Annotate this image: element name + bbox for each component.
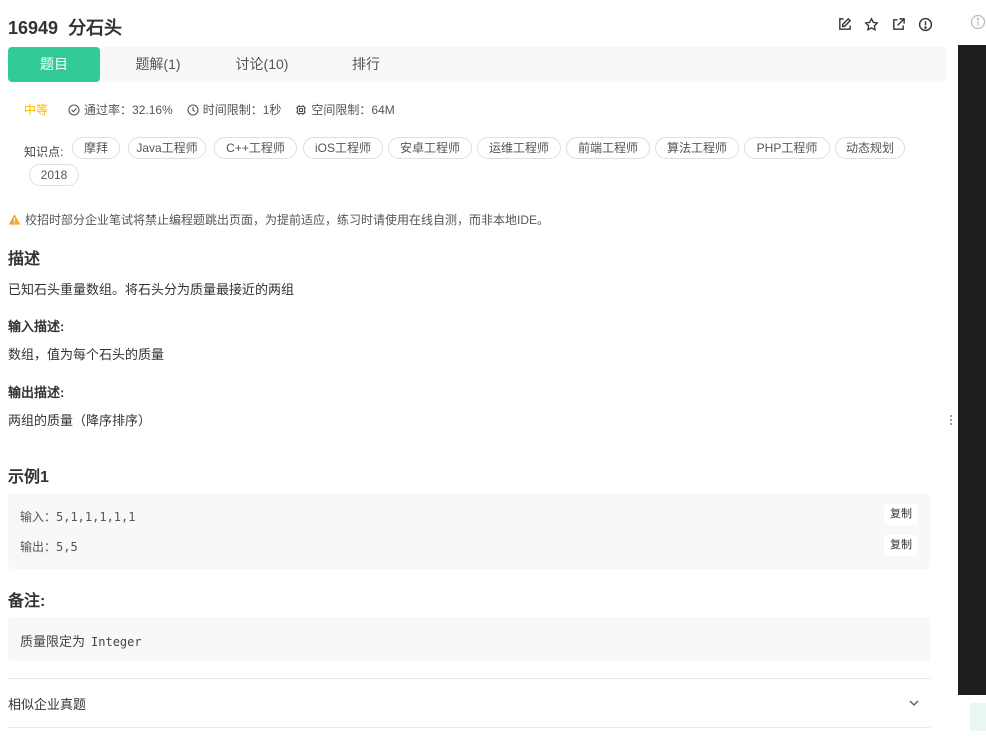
problem-meta: 中等 通过率：32.16% 时间限制：1秒 空间限制：64M [24, 101, 409, 118]
editor-header [958, 0, 986, 45]
note-code: Integer [91, 635, 142, 649]
problem-panel: 16949 分石头 题目 题解(1) 讨论(10) 排行 中等 通过率：32.16… [0, 0, 946, 745]
note-box: 质量限定为 Integer [8, 617, 930, 661]
copy-output-button[interactable]: 复制 [884, 535, 918, 556]
external-link-icon[interactable] [890, 16, 907, 33]
example-heading: 示例1 [8, 469, 49, 486]
pass-rate: 通过率：32.16% [68, 101, 173, 118]
problem-name: 分石头 [68, 18, 123, 38]
example-input: 输入：5,1,1,1,1,1 [20, 510, 136, 524]
tab-solutions[interactable]: 题解(1) [120, 47, 196, 82]
title-actions [836, 16, 934, 33]
divider [8, 678, 930, 679]
star-icon[interactable] [863, 16, 880, 33]
title-bar: 16949 分石头 [8, 12, 938, 40]
ide-warning: 校招时部分企业笔试将禁止编程题跳出页面，为提前适应，练习时请使用在线自测，而非本… [8, 211, 549, 228]
copy-input-button[interactable]: 复制 [884, 504, 918, 525]
time-limit-text: 时间限制：1秒 [202, 103, 282, 117]
edit-icon[interactable] [836, 16, 853, 33]
warning-icon [8, 214, 21, 225]
description-heading: 描述 [8, 251, 41, 268]
info-icon[interactable] [970, 14, 986, 30]
chip-icon [296, 104, 307, 115]
tab-problem[interactable]: 题目 [8, 47, 100, 82]
input-desc-heading: 输入描述: [8, 319, 65, 334]
panel-resize-handle[interactable] [948, 413, 954, 429]
warning-text: 校招时部分企业笔试将禁止编程题跳出页面，为提前适应，练习时请使用在线自测，而非本… [25, 213, 550, 227]
note-text: 质量限定为 [20, 634, 86, 649]
tag-java-engineer[interactable]: Java工程师 [128, 137, 206, 159]
tag-dynamic-programming[interactable]: 动态规划 [835, 137, 905, 159]
tag-android-engineer[interactable]: 安卓工程师 [388, 137, 472, 159]
note-heading: 备注: [8, 593, 46, 610]
tab-ranking[interactable]: 排行 [328, 47, 404, 82]
example-output: 输出：5,5 [20, 540, 78, 554]
difficulty-badge: 中等 [24, 103, 49, 117]
similar-questions-label[interactable]: 相似企业真题 [8, 694, 86, 713]
tag-algorithm-engineer[interactable]: 算法工程师 [655, 137, 739, 159]
output-desc-text: 两组的质量（降序排序） [8, 413, 152, 428]
space-limit: 空间限制：64M [295, 101, 395, 118]
output-desc-heading: 输出描述: [8, 385, 65, 400]
knowledge-label: 知识点: [24, 145, 64, 159]
note-content: 质量限定为 Integer [20, 631, 142, 650]
description-text: 已知石头重量数组。将石头分为质量最接近的两组 [8, 282, 295, 297]
problem-title: 16949 分石头 [8, 14, 122, 40]
divider [8, 727, 930, 728]
tag-frontend-engineer[interactable]: 前端工程师 [566, 137, 650, 159]
tab-discussion[interactable]: 讨论(10) [224, 47, 300, 82]
tag-2018[interactable]: 2018 [29, 164, 79, 186]
tag-cpp-engineer[interactable]: C++工程师 [214, 137, 297, 159]
example-box: 输入：5,1,1,1,1,1 复制 输出：5,5 复制 [8, 493, 930, 569]
tag-php-engineer[interactable]: PHP工程师 [744, 137, 830, 159]
check-circle-icon [68, 103, 80, 116]
tag-mobike[interactable]: 摩拜 [72, 137, 120, 159]
tab-bar: 题目 题解(1) 讨论(10) 排行 [8, 47, 946, 82]
report-icon[interactable] [917, 16, 934, 33]
tag-ios-engineer[interactable]: iOS工程师 [303, 137, 383, 159]
tag-ops-engineer[interactable]: 运维工程师 [477, 137, 561, 159]
clock-icon [187, 103, 199, 116]
pass-rate-text: 通过率：32.16% [84, 103, 173, 117]
time-limit: 时间限制：1秒 [187, 101, 282, 118]
editor-footer [958, 695, 986, 745]
input-desc-text: 数组，值为每个石头的质量 [8, 347, 165, 362]
space-limit-text: 空间限制：64M [311, 103, 395, 117]
problem-number: 16949 [8, 18, 59, 38]
chevron-down-icon[interactable] [907, 696, 921, 710]
code-editor[interactable] [958, 45, 986, 695]
submit-button[interactable] [970, 703, 986, 731]
